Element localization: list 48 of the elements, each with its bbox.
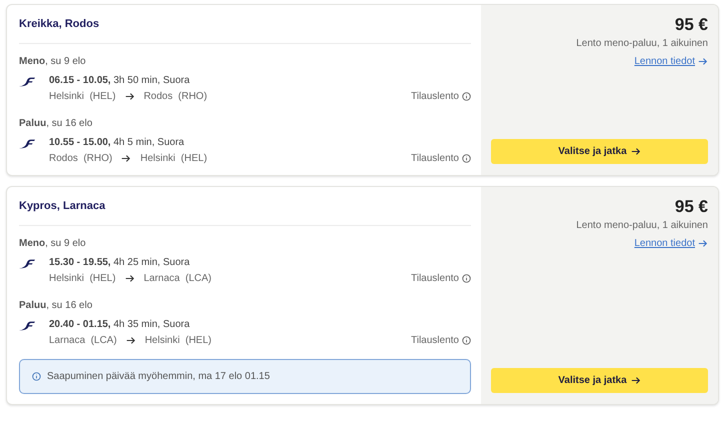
flight-times: 06.15 - 10.05, 3h 50 min, Suora <box>49 74 190 88</box>
flight-times: 15.30 - 19.55, 4h 25 min, Suora <box>49 256 190 270</box>
price-note: Lento meno-paluu, 1 aikuinen <box>576 37 708 50</box>
info-icon <box>462 92 471 101</box>
segment-heading: Paluu, su 16 elo <box>19 299 92 312</box>
origin-airport: Helsinki (HEL) <box>49 90 116 103</box>
origin-airport: Larnaca (LCA) <box>49 334 117 347</box>
notice-text: Saapuminen päivää myöhemmin, ma 17 elo 01.15 <box>47 370 270 383</box>
flight-type: Tilauslento <box>411 334 459 347</box>
price: 95 € <box>674 197 708 217</box>
destination-airport: Rodos (RHO) <box>144 90 208 103</box>
destination-airport: Helsinki (HEL) <box>144 334 212 347</box>
flight-details-link[interactable]: Lennon tiedot <box>634 55 708 68</box>
arrow-icon <box>124 92 135 101</box>
arrow-icon <box>630 376 641 385</box>
destination-title: Kreikka, Rodos <box>19 17 100 31</box>
flight-type: Tilauslento <box>411 152 459 165</box>
select-continue-button[interactable]: Valitse ja jatka <box>491 368 708 393</box>
flight-type: Tilauslento <box>411 90 459 103</box>
info-icon <box>462 274 471 283</box>
origin-airport: Rodos (RHO) <box>49 152 112 165</box>
segment-heading: Meno, su 9 elo <box>19 237 86 250</box>
flight-details-link[interactable]: Lennon tiedot <box>634 237 708 250</box>
destination-airport: Helsinki (HEL) <box>140 152 208 165</box>
flight-times: 20.40 - 01.15, 4h 35 min, Suora <box>49 318 190 332</box>
info-icon <box>32 372 41 381</box>
arrow-icon <box>698 239 708 248</box>
destination-airport: Larnaca (LCA) <box>144 272 212 285</box>
arrow-icon <box>126 336 136 345</box>
price-note: Lento meno-paluu, 1 aikuinen <box>576 219 708 232</box>
flight-times: 10.55 - 15.00, 4h 5 min, Suora <box>49 136 184 150</box>
origin-airport: Helsinki (HEL) <box>49 272 116 285</box>
info-icon <box>462 154 471 163</box>
arrow-icon <box>124 274 135 283</box>
segment-heading: Paluu, su 16 elo <box>19 117 92 130</box>
select-continue-button[interactable]: Valitse ja jatka <box>491 139 708 164</box>
arrow-icon <box>630 147 641 156</box>
airline-logo-icon <box>19 321 35 331</box>
airline-logo-icon <box>19 77 35 87</box>
airline-logo-icon <box>19 139 35 149</box>
arrow-icon <box>121 154 132 163</box>
arrow-icon <box>698 57 708 66</box>
price: 95 € <box>674 15 708 35</box>
info-icon <box>462 336 471 345</box>
destination-title: Kypros, Larnaca <box>19 199 106 213</box>
segment-heading: Meno, su 9 elo <box>19 55 86 68</box>
flight-type: Tilauslento <box>411 272 459 285</box>
airline-logo-icon <box>19 259 35 269</box>
